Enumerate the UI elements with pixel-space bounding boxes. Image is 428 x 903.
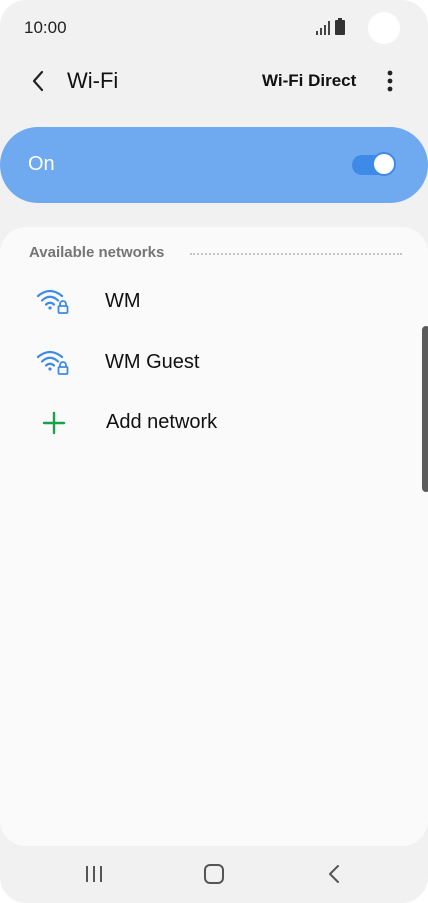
wifi-lock-icon (36, 350, 69, 375)
section-header: Available networks (29, 244, 165, 261)
add-network-item[interactable]: Add network (0, 392, 428, 452)
back-button[interactable] (22, 66, 54, 96)
network-item-wm-guest[interactable]: WM Guest (0, 332, 428, 392)
add-network-label: Add network (106, 411, 218, 433)
toggle-thumb (372, 152, 396, 176)
wifi-lock-icon (36, 289, 69, 314)
status-time: 10:00 (24, 18, 67, 37)
more-vertical-icon (387, 70, 393, 92)
network-item-wm[interactable]: WM (0, 271, 428, 331)
networks-card: Available networks WM WM Guest Add netwo… (0, 227, 428, 846)
nav-bar (0, 846, 428, 903)
wifi-direct-button[interactable]: Wi-Fi Direct (262, 71, 356, 91)
page-title: Wi-Fi (67, 68, 119, 93)
phone-screen: 10:00 Wi-Fi Wi-Fi Direct On Available ne… (0, 0, 428, 903)
recent-apps-icon (86, 866, 102, 882)
section-divider (190, 253, 402, 255)
wifi-toggle-switch[interactable] (352, 152, 396, 178)
home-icon (204, 864, 224, 884)
plus-icon (42, 411, 66, 435)
nav-back-button[interactable] (304, 854, 364, 894)
signal-icon (316, 21, 330, 35)
camera-cutout (368, 12, 400, 44)
scroll-indicator[interactable] (422, 326, 428, 492)
network-name: WM (105, 290, 141, 312)
recent-apps-button[interactable] (64, 854, 124, 894)
back-icon (329, 865, 339, 883)
home-button[interactable] (184, 854, 244, 894)
chevron-left-icon (32, 70, 44, 92)
status-bar: 10:00 (0, 0, 428, 60)
network-name: WM Guest (105, 351, 200, 373)
more-options-button[interactable] (376, 66, 404, 96)
app-header: Wi-Fi Wi-Fi Direct (0, 58, 428, 104)
wifi-toggle-card[interactable]: On (0, 127, 428, 203)
battery-icon (335, 18, 345, 35)
toggle-label: On (28, 153, 55, 175)
